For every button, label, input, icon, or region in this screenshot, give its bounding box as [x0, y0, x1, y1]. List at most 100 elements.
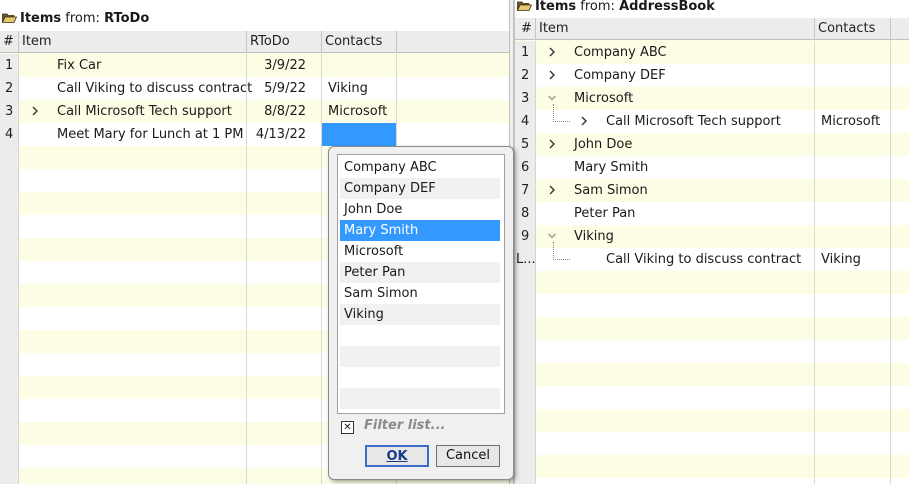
col-header-num[interactable]: #: [0, 31, 19, 53]
rtodo-cell[interactable]: 5/9/22: [247, 77, 306, 100]
chevron-right-icon[interactable]: [548, 185, 556, 195]
list-item[interactable]: Viking: [340, 304, 500, 325]
table-row[interactable]: [515, 432, 909, 455]
item-cell[interactable]: Call Viking to discuss contract: [606, 248, 801, 271]
ok-button[interactable]: OK: [365, 445, 429, 467]
chevron-down-icon[interactable]: [548, 231, 556, 241]
contacts-cell[interactable]: [815, 41, 821, 64]
contact-picker-popup: Company ABC Company DEF John Doe Mary Smith…: [328, 146, 514, 480]
rtodo-cell[interactable]: 3/9/22: [247, 54, 306, 77]
table-row[interactable]: 7 Sam Simon: [515, 179, 909, 202]
chevron-right-icon[interactable]: [31, 106, 39, 116]
chevron-right-icon[interactable]: [580, 116, 588, 126]
contacts-cell[interactable]: [815, 179, 821, 202]
item-cell[interactable]: Call Microsoft Tech support: [606, 110, 781, 133]
filter-input[interactable]: Filter list...: [364, 418, 445, 433]
item-cell[interactable]: Mary Smith: [574, 156, 648, 179]
item-cell[interactable]: Viking: [574, 225, 614, 248]
item-cell[interactable]: Fix Car: [57, 54, 101, 77]
contacts-cell[interactable]: [322, 54, 397, 77]
table-row[interactable]: [515, 317, 909, 340]
table-row[interactable]: 1 Company ABC: [515, 41, 909, 64]
rtodo-cell[interactable]: 8/8/22: [247, 100, 306, 123]
table-row[interactable]: [515, 455, 909, 478]
list-item[interactable]: Company ABC: [340, 157, 500, 178]
table-row[interactable]: 3 Call Microsoft Tech support 8/8/22 Micros…: [0, 100, 509, 123]
table-row[interactable]: 9 Viking: [515, 225, 909, 248]
table-row[interactable]: L... Call Viking to discuss contract Vikin…: [515, 242, 909, 271]
list-item[interactable]: [340, 325, 500, 346]
column-header-row: # Item RToDo Contacts: [0, 31, 509, 53]
table-row[interactable]: 2 Company DEF: [515, 64, 909, 87]
filter-checkbox[interactable]: ✕: [341, 421, 354, 434]
table-row[interactable]: 2 Call Viking to discuss contract 5/9/22 Vi…: [0, 77, 509, 100]
list-item[interactable]: [340, 346, 500, 367]
list-item[interactable]: Sam Simon: [340, 283, 500, 304]
contacts-cell[interactable]: [815, 202, 821, 225]
list-item[interactable]: [340, 388, 500, 409]
contacts-cell[interactable]: Microsoft: [322, 100, 397, 123]
table-row[interactable]: 3 Microsoft: [515, 87, 909, 110]
table-row[interactable]: [515, 294, 909, 317]
item-cell[interactable]: Sam Simon: [574, 179, 648, 202]
row-number: [0, 468, 19, 484]
contacts-cell[interactable]: [815, 133, 821, 156]
item-cell[interactable]: Call Viking to discuss contract: [57, 77, 252, 100]
list-item[interactable]: [340, 367, 500, 388]
row-number: [515, 340, 536, 363]
table-row[interactable]: 5 John Doe: [515, 133, 909, 156]
contacts-cell[interactable]: Viking: [815, 248, 861, 271]
col-header-item[interactable]: Item: [19, 31, 247, 53]
table-row[interactable]: [515, 409, 909, 432]
col-header-item[interactable]: Item: [536, 18, 815, 40]
table-row[interactable]: 4 Call Microsoft Tech support Microsoft: [515, 104, 909, 133]
chevron-down-icon[interactable]: [548, 93, 556, 103]
list-item[interactable]: Mary Smith: [340, 220, 500, 241]
contacts-cell[interactable]: Microsoft: [815, 110, 880, 133]
chevron-right-icon[interactable]: [548, 139, 556, 149]
chevron-right-icon[interactable]: [548, 47, 556, 57]
pane-title: Items from: AddressBook: [535, 0, 715, 14]
row-number: 3: [515, 87, 536, 110]
table-row[interactable]: [515, 340, 909, 363]
item-cell[interactable]: Company ABC: [574, 41, 667, 64]
rtodo-cell[interactable]: 4/13/22: [247, 123, 306, 146]
contact-options-list[interactable]: Company ABC Company DEF John Doe Mary Smith…: [337, 154, 505, 414]
chevron-right-icon[interactable]: [548, 70, 556, 80]
col-header-contacts[interactable]: Contacts: [815, 18, 891, 40]
list-item[interactable]: Company DEF: [340, 178, 500, 199]
contacts-cell[interactable]: [815, 64, 821, 87]
item-cell[interactable]: Company DEF: [574, 64, 666, 87]
list-item[interactable]: John Doe: [340, 199, 500, 220]
contacts-cell[interactable]: [815, 156, 821, 179]
col-header-rtodo[interactable]: RToDo: [247, 31, 322, 53]
row-number: 8: [515, 202, 536, 225]
table-row[interactable]: [515, 271, 909, 294]
item-cell[interactable]: Microsoft: [574, 87, 633, 110]
cancel-button[interactable]: Cancel: [436, 445, 500, 467]
col-header-contacts[interactable]: Contacts: [322, 31, 397, 53]
column-header-row: # Item Contacts: [515, 18, 909, 40]
table-row[interactable]: [515, 363, 909, 386]
table-row[interactable]: [515, 478, 909, 484]
row-number: [515, 363, 536, 386]
table-row[interactable]: [515, 386, 909, 409]
contacts-cell[interactable]: [815, 87, 821, 110]
table-row[interactable]: 8 Peter Pan: [515, 202, 909, 225]
col-header-num[interactable]: #: [515, 18, 536, 40]
table-row[interactable]: 4 Meet Mary for Lunch at 1 PM 4/13/22: [0, 123, 509, 146]
column-gridline: [321, 54, 322, 484]
addressbook-pane: Items from: AddressBook # Item Contacts …: [514, 0, 909, 484]
row-number: 5: [515, 133, 536, 156]
contacts-cell[interactable]: Viking: [322, 77, 397, 100]
item-cell[interactable]: John Doe: [574, 133, 632, 156]
contacts-cell[interactable]: [815, 225, 821, 248]
item-cell[interactable]: Peter Pan: [574, 202, 635, 225]
list-item[interactable]: Microsoft: [340, 241, 500, 262]
item-cell[interactable]: Meet Mary for Lunch at 1 PM: [57, 123, 243, 146]
table-row[interactable]: 1 Fix Car 3/9/22: [0, 54, 509, 77]
item-cell[interactable]: Call Microsoft Tech support: [57, 100, 232, 123]
contacts-cell[interactable]: [322, 123, 397, 146]
table-row[interactable]: 6 Mary Smith: [515, 156, 909, 179]
list-item[interactable]: Peter Pan: [340, 262, 500, 283]
